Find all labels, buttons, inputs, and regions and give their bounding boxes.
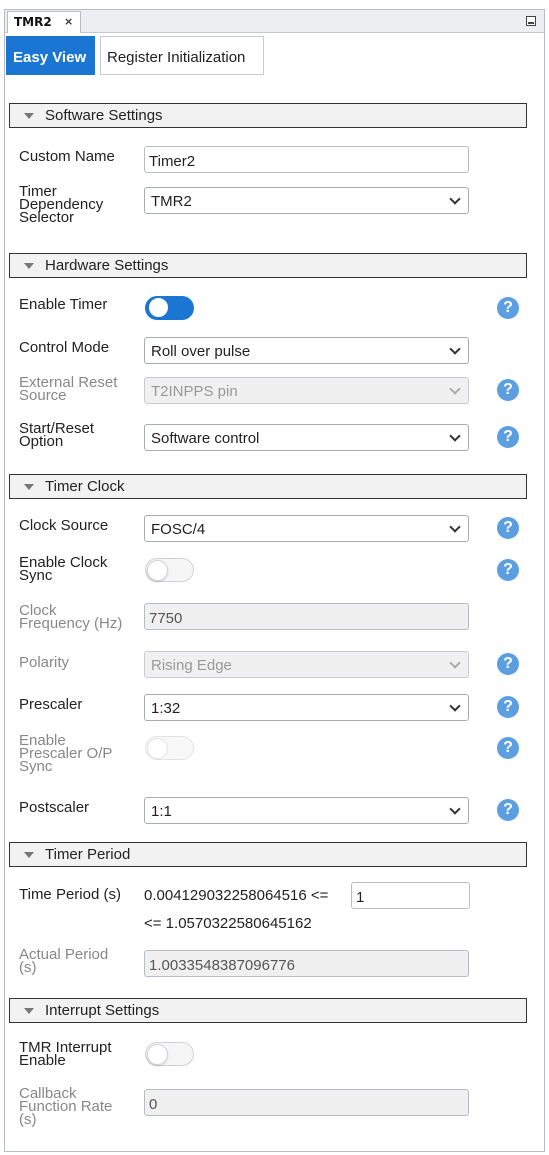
postscaler-label: Postscaler xyxy=(19,799,90,816)
tab-register-initialization[interactable]: Register Initialization xyxy=(100,36,264,75)
prescaler-select[interactable]: 1:32 xyxy=(144,694,469,721)
callback-rate-label: Callback Function Rate (s) xyxy=(19,1086,112,1127)
help-icon[interactable]: ? xyxy=(497,426,519,448)
collapse-triangle-icon xyxy=(24,263,34,269)
select-value: FOSC/4 xyxy=(151,521,206,538)
chevron-down-icon xyxy=(449,430,461,442)
collapse-triangle-icon xyxy=(24,852,34,858)
toggle-knob xyxy=(147,560,168,581)
section-hardware-settings[interactable]: Hardware Settings xyxy=(9,253,527,278)
select-value: 1:1 xyxy=(151,803,172,820)
help-icon[interactable]: ? xyxy=(497,799,519,821)
chevron-down-icon xyxy=(449,700,461,712)
chevron-down-icon xyxy=(449,657,461,669)
help-icon[interactable]: ? xyxy=(497,379,519,401)
help-icon[interactable]: ? xyxy=(497,696,519,718)
help-icon[interactable]: ? xyxy=(497,653,519,675)
section-title: Interrupt Settings xyxy=(45,1002,160,1019)
help-icon[interactable]: ? xyxy=(497,559,519,581)
minimize-icon[interactable] xyxy=(526,16,536,26)
help-icon[interactable]: ? xyxy=(497,517,519,539)
enable-timer-toggle[interactable] xyxy=(145,296,194,320)
time-period-max: <= 1.0570322580645162 xyxy=(144,915,312,932)
clock-frequency-label: Clock Frequency (Hz) xyxy=(19,603,123,632)
tab-title: TMR2 xyxy=(14,15,52,29)
select-value: Roll over pulse xyxy=(151,343,251,360)
help-icon[interactable]: ? xyxy=(497,297,519,319)
select-value: TMR2 xyxy=(151,193,192,210)
start-reset-select[interactable]: Software control xyxy=(144,424,469,451)
timer-dependency-select[interactable]: TMR2 xyxy=(144,187,469,214)
collapse-triangle-icon xyxy=(24,113,34,119)
collapse-triangle-icon xyxy=(24,1008,34,1014)
custom-name-field[interactable]: Timer2 xyxy=(144,146,469,173)
timer-dependency-label: Timer Dependency Selector xyxy=(19,184,103,225)
section-software-settings[interactable]: Software Settings xyxy=(9,103,527,128)
select-value: Software control xyxy=(151,430,260,447)
chevron-down-icon xyxy=(449,193,461,205)
control-mode-select[interactable]: Roll over pulse xyxy=(144,337,469,364)
tmr-interrupt-label: TMR Interrupt Enable xyxy=(19,1040,112,1068)
actual-period-field: 1.0033548387096776 xyxy=(144,950,469,977)
section-title: Timer Clock xyxy=(45,478,125,495)
tab-easy-view[interactable]: Easy View xyxy=(6,36,95,75)
enable-clock-sync-toggle[interactable] xyxy=(145,558,194,582)
polarity-label: Polarity xyxy=(19,654,70,671)
clock-frequency-field: 7750 xyxy=(144,603,469,630)
prescaler-sync-toggle xyxy=(145,736,194,760)
start-reset-label: Start/Reset Option xyxy=(19,421,94,449)
enable-timer-label: Enable Timer xyxy=(19,296,108,313)
section-timer-period[interactable]: Timer Period xyxy=(9,842,527,867)
tmr-interrupt-toggle[interactable] xyxy=(145,1042,194,1066)
custom-name-text: Custom Name xyxy=(19,148,115,165)
clock-source-label: Clock Source xyxy=(19,517,109,534)
section-title: Software Settings xyxy=(45,107,163,124)
external-reset-label: External Reset Source xyxy=(19,375,117,403)
postscaler-select[interactable]: 1:1 xyxy=(144,797,469,824)
close-icon[interactable]: × xyxy=(64,15,73,28)
callback-rate-field: 0 xyxy=(144,1089,469,1116)
external-reset-select: T2INPPS pin xyxy=(144,377,469,404)
section-title: Timer Period xyxy=(45,846,131,863)
polarity-select: Rising Edge xyxy=(144,651,469,678)
select-value: T2INPPS pin xyxy=(151,383,238,400)
prescaler-sync-label: Enable Prescaler O/P Sync xyxy=(19,733,112,774)
label-word-custom: Custom xyxy=(19,148,71,165)
time-period-label: Time Period (s) xyxy=(19,886,121,903)
toggle-knob xyxy=(147,738,168,759)
control-mode-label: Control Mode xyxy=(19,339,110,356)
select-value: 1:32 xyxy=(151,700,181,717)
actual-period-label: Actual Period (s) xyxy=(19,947,108,975)
clock-source-select[interactable]: FOSC/4 xyxy=(144,515,469,542)
collapse-triangle-icon xyxy=(24,484,34,490)
enable-clock-sync-label: Enable Clock Sync xyxy=(19,555,107,583)
chevron-down-icon xyxy=(449,521,461,533)
section-title: Hardware Settings xyxy=(45,257,169,274)
label-line: Frequency (Hz) xyxy=(19,615,123,632)
section-timer-clock[interactable]: Timer Clock xyxy=(9,474,527,499)
chevron-down-icon xyxy=(449,803,461,815)
select-value: Rising Edge xyxy=(151,657,232,674)
prescaler-label: Prescaler xyxy=(19,696,83,713)
time-period-min: 0.004129032258064516 <= xyxy=(144,887,329,904)
chevron-down-icon xyxy=(449,343,461,355)
section-interrupt-settings[interactable]: Interrupt Settings xyxy=(9,998,527,1023)
chevron-down-icon xyxy=(449,383,461,395)
time-period-field[interactable]: 1 xyxy=(351,882,470,909)
toggle-knob xyxy=(147,1044,168,1065)
toggle-knob xyxy=(148,297,169,318)
tab-tmr2[interactable]: TMR2 × xyxy=(7,11,81,33)
document-tabstrip: TMR2 × xyxy=(5,10,544,33)
label-word-name: Name xyxy=(74,148,115,165)
help-icon[interactable]: ? xyxy=(497,737,519,759)
